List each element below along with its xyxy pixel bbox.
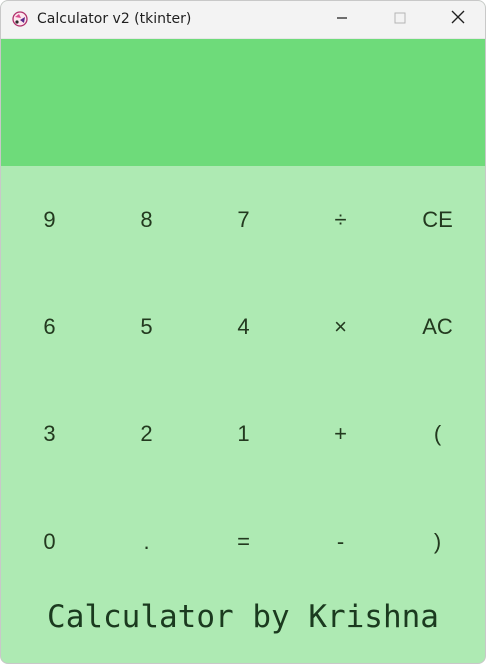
footer-credit: Calculator by Krishna — [47, 599, 439, 635]
key-3[interactable]: 3 — [1, 380, 98, 487]
key-close-paren[interactable]: ) — [389, 488, 485, 595]
keypad: 9 8 7 ÷ CE 6 5 4 × AC 3 2 1 + ( 0 . = - … — [1, 166, 485, 596]
minimize-button[interactable] — [319, 1, 365, 38]
key-0[interactable]: 0 — [1, 488, 98, 595]
key-minus[interactable]: - — [292, 488, 389, 595]
calculator-display — [1, 39, 485, 166]
maximize-button[interactable] — [377, 1, 423, 38]
close-icon — [451, 10, 465, 29]
key-equals[interactable]: = — [195, 488, 292, 595]
window-title: Calculator v2 (tkinter) — [37, 11, 192, 27]
minimize-icon — [336, 11, 348, 29]
key-4[interactable]: 4 — [195, 273, 292, 380]
close-button[interactable] — [435, 1, 481, 38]
key-7[interactable]: 7 — [195, 166, 292, 273]
key-plus[interactable]: + — [292, 380, 389, 487]
key-6[interactable]: 6 — [1, 273, 98, 380]
key-all-clear[interactable]: AC — [389, 273, 485, 380]
key-1[interactable]: 1 — [195, 380, 292, 487]
key-clear-entry[interactable]: CE — [389, 166, 485, 273]
key-divide[interactable]: ÷ — [292, 166, 389, 273]
key-8[interactable]: 8 — [98, 166, 195, 273]
key-5[interactable]: 5 — [98, 273, 195, 380]
key-decimal[interactable]: . — [98, 488, 195, 595]
key-9[interactable]: 9 — [1, 166, 98, 273]
maximize-icon — [394, 11, 406, 29]
key-2[interactable]: 2 — [98, 380, 195, 487]
key-multiply[interactable]: × — [292, 273, 389, 380]
calculator-window: Calculator v2 (tkinter) 9 8 7 ÷ CE 6 5 4… — [0, 0, 486, 664]
key-open-paren[interactable]: ( — [389, 380, 485, 487]
title-bar[interactable]: Calculator v2 (tkinter) — [1, 1, 485, 39]
app-icon — [11, 10, 29, 28]
